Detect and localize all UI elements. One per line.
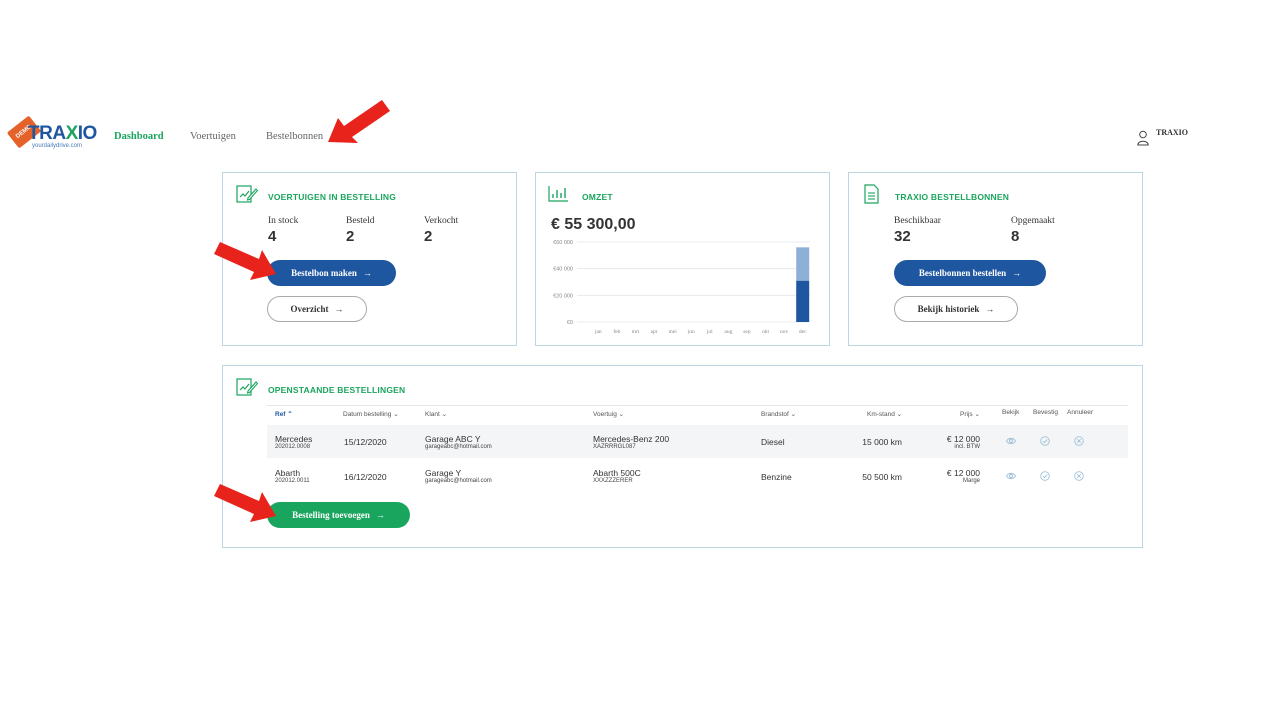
chart-xtick-label: apr [651, 329, 658, 335]
row-prijs: € 12 000 [946, 434, 980, 444]
check-circle-icon[interactable] [1040, 436, 1050, 446]
row-klant-email: garageabc@hotmail.com [425, 444, 492, 450]
check-circle-icon[interactable] [1040, 471, 1050, 481]
stat-label-in-stock: In stock [268, 216, 299, 226]
table-row[interactable] [267, 425, 1128, 458]
row-voertuig: Mercedes-Benz 200 [593, 434, 670, 444]
column-header-annuleer: Annuleer [1067, 409, 1094, 416]
vehicles-card-title: Voertuigen in bestelling [268, 192, 397, 202]
row-brandstof: Diesel [761, 437, 785, 447]
arrow-right-icon: → [362, 268, 372, 278]
bestelbon-maken-button[interactable]: Bestelbon maken → [267, 260, 396, 286]
stat-label-beschikbaar: Beschikbaar [894, 216, 941, 226]
column-header-bekijk: Bekijk [1002, 409, 1020, 416]
user-icon[interactable] [1137, 130, 1149, 146]
row-prijs: € 12 000 [946, 468, 980, 478]
arrow-right-icon: → [334, 304, 344, 314]
column-header-prijs[interactable]: Prijs ⌄ [960, 410, 980, 418]
bestelling-toevoegen-button[interactable]: Bestelling toevoegen → [267, 502, 410, 528]
chart-xtick-label: feb [613, 328, 620, 335]
bestelbonnen-card-title: Traxio bestellbonnen [895, 192, 1010, 202]
row-voertuig-vin: XAZRRRGL087 [593, 444, 636, 450]
logo-wordmark: TRAXIO [28, 123, 97, 144]
stat-value-besteld: 2 [346, 228, 355, 245]
omzet-total: € 55 300,00 [551, 216, 636, 233]
chart-ytick-label: €0 [567, 320, 573, 326]
arrow-right-icon: → [1012, 268, 1022, 278]
row-klant: Garage Y [425, 468, 462, 478]
omzet-bar-chart: €0 €20 000 €40 000 €60 000 jan feb mrt apr mei ju… [553, 240, 810, 335]
row-km: 50 500 km [862, 472, 902, 482]
traxio-logo[interactable]: DEMO TRAXIO yourdailydrive.com [6, 115, 97, 152]
row-voertuig-vin: XXXZZZERER [593, 478, 633, 484]
edit-document-icon [236, 378, 258, 396]
stat-value-beschikbaar: 32 [894, 228, 911, 245]
chart-ytick-label: €60 000 [553, 240, 573, 246]
stat-value-opgemaakt: 8 [1011, 228, 1020, 245]
stat-label-verkocht: Verkocht [424, 216, 459, 226]
orders-card-title: Openstaande bestellingen [268, 385, 406, 395]
row-ref: Mercedes [275, 434, 313, 444]
chart-xtick-label: jan [594, 329, 602, 335]
cancel-circle-icon[interactable] [1074, 436, 1084, 446]
row-klant-email: garageabc@hotmail.com [425, 478, 492, 484]
row-datum: 15/12/2020 [344, 437, 387, 447]
stat-label-opgemaakt: Opgemaakt [1011, 216, 1055, 226]
chart-xtick-label: aug [724, 329, 732, 335]
chart-xtick-label: mrt [632, 329, 640, 335]
chart-xtick-label: mei [669, 329, 678, 335]
column-header-brandstof[interactable]: Brandstof ⌄ [761, 410, 796, 418]
bar-chart-icon [548, 186, 568, 202]
column-header-voertuig[interactable]: Voertuig ⌄ [593, 410, 624, 418]
column-header-ref[interactable]: Ref ⌃ [275, 410, 293, 418]
column-header-datum[interactable]: Datum bestelling ⌄ [343, 410, 399, 418]
omzet-card-title: Omzet [582, 192, 613, 202]
row-klant: Garage ABC Y [425, 434, 481, 444]
arrow-right-icon: → [375, 510, 385, 520]
chart-xtick-label: nov [780, 329, 789, 335]
nav-dashboard[interactable]: Dashboard [114, 131, 164, 142]
chart-xtick-label: dec [799, 329, 807, 335]
row-ref-number: 202012.0011 [275, 478, 310, 484]
row-ref: Abarth [275, 468, 301, 478]
eye-icon[interactable] [1006, 471, 1016, 481]
annotation-arrow-icon [328, 100, 390, 143]
nav-voertuigen[interactable]: Voertuigen [190, 131, 236, 142]
table-header-divider [267, 405, 1128, 406]
nav-bestelbonnen[interactable]: Bestelbonnen [266, 131, 323, 142]
column-header-km[interactable]: Km-stand ⌄ [867, 410, 902, 418]
eye-icon[interactable] [1006, 436, 1016, 446]
user-name[interactable]: TRAXIO [1156, 128, 1188, 137]
stat-label-besteld: Besteld [346, 216, 375, 226]
chart-bar [796, 280, 810, 322]
chart-xtick-label: jul [706, 329, 713, 335]
chart-ytick-label: €40 000 [553, 267, 573, 273]
row-ref-number: 202012.0008 [275, 444, 311, 450]
chart-xtick-label: jun [687, 329, 695, 335]
document-icon [864, 184, 879, 204]
chart-bar [796, 247, 810, 281]
bestelbonnen-bestellen-button[interactable]: Bestelbonnen bestellen → [894, 260, 1046, 286]
column-header-bevestig: Bevestig [1033, 409, 1058, 416]
row-datum: 16/12/2020 [344, 472, 387, 482]
logo-tagline: yourdailydrive.com [32, 143, 83, 149]
annotation-arrow-icon [214, 242, 276, 280]
row-brandstof: Benzine [761, 472, 792, 482]
arrow-right-icon: → [985, 304, 995, 314]
edit-document-icon [236, 185, 258, 203]
bekijk-historiek-button[interactable]: Bekijk historiek → [894, 296, 1018, 322]
row-prijs-note: incl. BTW [954, 444, 980, 450]
overzicht-button[interactable]: Overzicht → [267, 296, 367, 322]
row-prijs-note: Marge [962, 478, 980, 484]
chart-xtick-label: sep [743, 329, 751, 335]
annotation-arrow-icon [214, 484, 276, 522]
row-km: 15 000 km [862, 437, 902, 447]
stat-value-verkocht: 2 [424, 228, 433, 245]
chart-xtick-label: okt [762, 329, 770, 335]
cancel-circle-icon[interactable] [1074, 471, 1084, 481]
column-header-klant[interactable]: Klant ⌄ [425, 410, 447, 418]
chart-ytick-label: €20 000 [553, 293, 573, 299]
row-voertuig: Abarth 500C [593, 468, 641, 478]
